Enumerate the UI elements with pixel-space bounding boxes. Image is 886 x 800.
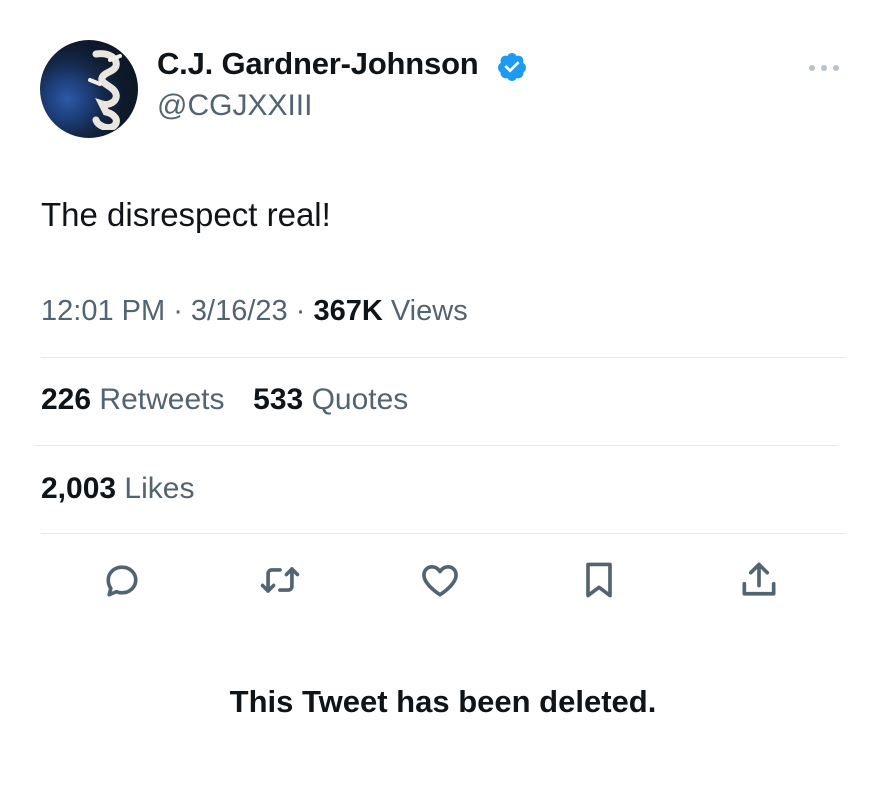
engagement-row: 226 Retweets 533 Quotes	[41, 383, 408, 417]
like-button[interactable]	[418, 558, 462, 602]
more-options-icon[interactable]	[806, 58, 842, 78]
verified-badge-icon	[497, 53, 526, 81]
deleted-notice: This Tweet has been deleted.	[229, 684, 657, 719]
retweet-icon	[260, 567, 300, 593]
tweet-text: The disrespect real!	[41, 196, 331, 233]
reply-button[interactable]	[100, 558, 144, 602]
divider	[41, 533, 845, 534]
quotes-label: Quotes	[311, 383, 409, 416]
separator-dot: ·	[173, 295, 191, 327]
separator-dot: ·	[295, 295, 314, 327]
retweets-count: 226	[41, 383, 92, 416]
views-label: Views	[390, 295, 468, 327]
quotes-stat[interactable]: 533 Quotes	[253, 383, 408, 416]
bookmark-button[interactable]	[577, 558, 621, 602]
handle[interactable]: @CGJXXIII	[157, 89, 312, 123]
avatar-logo-icon	[88, 50, 122, 130]
share-button[interactable]	[737, 558, 781, 602]
likes-count: 2,003	[41, 472, 117, 505]
retweets-stat[interactable]: 226 Retweets	[41, 383, 224, 416]
quotes-count: 533	[253, 383, 304, 416]
like-icon	[422, 564, 458, 597]
views-count: 367K	[313, 295, 383, 327]
divider	[41, 357, 845, 358]
divider	[35, 445, 838, 446]
likes-stat[interactable]: 2,003 Likes	[41, 472, 194, 505]
tweet-meta: 12:01 PM · 3/16/23 · 367K Views	[41, 295, 468, 328]
reply-icon	[106, 565, 138, 597]
likes-row: 2,003 Likes	[41, 472, 194, 506]
retweet-button[interactable]	[258, 558, 302, 602]
tweet-time[interactable]: 12:01 PM	[41, 295, 165, 327]
share-icon	[742, 562, 776, 596]
tweet-date[interactable]: 3/16/23	[191, 295, 288, 327]
likes-label: Likes	[124, 472, 195, 505]
bookmark-icon	[586, 562, 612, 598]
retweets-label: Retweets	[99, 383, 225, 416]
display-name[interactable]: C.J. Gardner-Johnson	[157, 46, 479, 82]
avatar[interactable]	[40, 40, 138, 138]
